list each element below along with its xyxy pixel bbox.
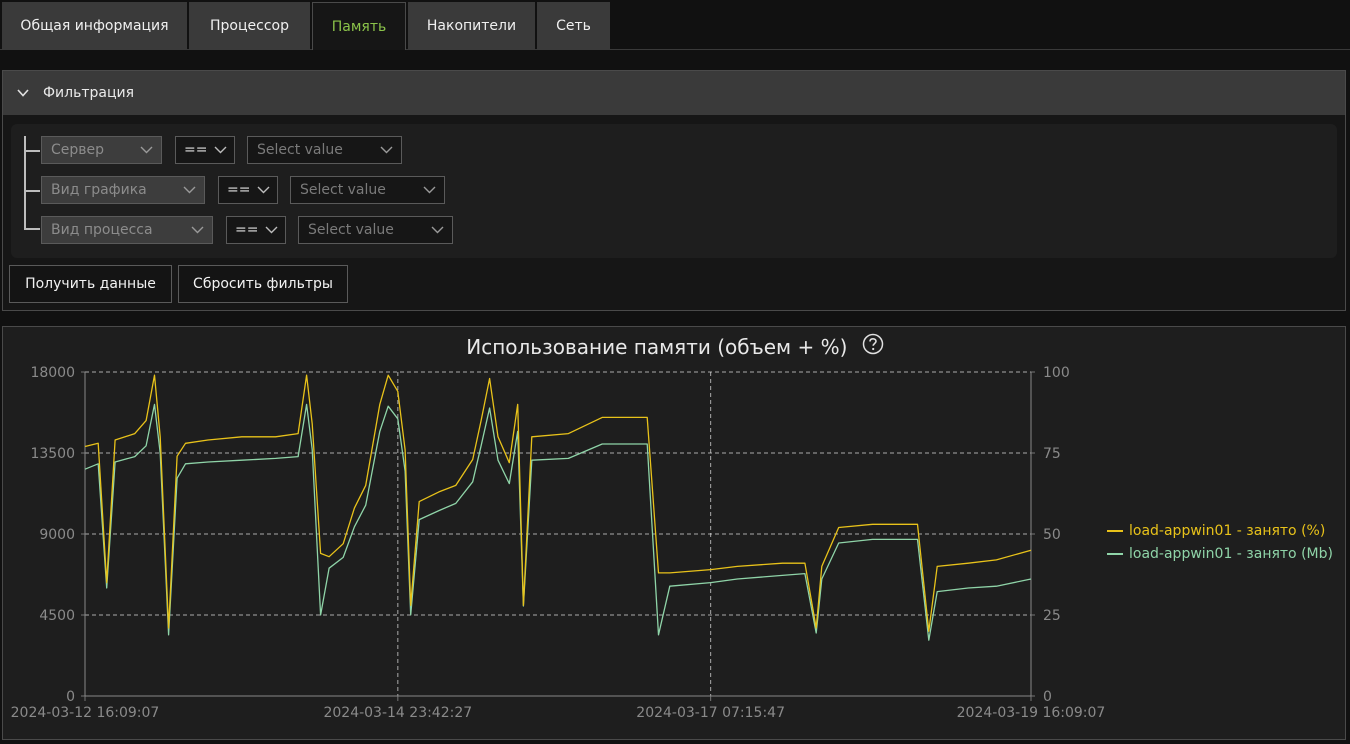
chevron-down-icon [191,226,204,234]
operator-label: == [227,182,251,198]
tab-network[interactable]: Сеть [537,2,610,49]
filter-panel: Фильтрация Сервер == Select value Вид гр… [2,70,1346,311]
reset-filters-button[interactable]: Сбросить фильтры [178,265,348,303]
operator-select[interactable]: == [175,136,235,164]
field-select-label: Сервер [51,142,105,158]
tab-memory[interactable]: Память [312,2,406,50]
field-select-label: Вид процесса [51,222,153,238]
x-tick-label: 2024-03-17 07:15:47 [636,705,785,721]
filter-conditions: Сервер == Select value Вид графика == Se… [11,124,1337,258]
x-tick-label: 2024-03-14 23:42:27 [323,705,472,721]
legend-swatch [1107,529,1123,532]
y2-tick-label: 0 [1043,689,1052,705]
chevron-down-icon [257,186,270,194]
chevron-down-icon [431,226,444,234]
value-select[interactable]: Select value [298,216,453,244]
tree-connector [24,190,40,192]
value-placeholder: Select value [300,182,386,198]
field-select-chart-type[interactable]: Вид графика [41,176,205,204]
series-line-percent [84,374,1032,632]
filter-title: Фильтрация [43,85,135,101]
tab-general-info[interactable]: Общая информация [2,2,187,49]
operator-select[interactable]: == [226,216,286,244]
value-select[interactable]: Select value [290,176,445,204]
memory-chart-panel: Использование памяти (объем + %) 18000 13… [2,326,1346,740]
legend-item-mb[interactable]: load-appwin01 - занято (Mb) [1107,542,1333,565]
filter-header[interactable]: Фильтрация [3,71,1345,115]
y-tick-label: 0 [66,689,75,705]
y2-tick-label: 100 [1043,365,1070,381]
series-line-mb [84,403,1032,641]
y-tick-label: 13500 [30,446,75,462]
operator-label: == [235,222,259,238]
y2-tick-label: 75 [1043,446,1061,462]
y-tick-label: 4500 [39,608,75,624]
chevron-down-icon [380,146,393,154]
chevron-down-icon[interactable] [3,89,43,97]
chevron-down-icon [140,146,153,154]
tab-storage[interactable]: Накопители [408,2,535,49]
y2-tick-label: 50 [1043,527,1061,543]
chevron-down-icon [214,146,227,154]
x-tick-label: 2024-03-12 16:09:07 [11,705,160,721]
legend-item-percent[interactable]: load-appwin01 - занято (%) [1107,519,1333,542]
y-tick-label: 18000 [30,365,75,381]
tree-connector [24,228,40,230]
value-select[interactable]: Select value [247,136,402,164]
operator-select[interactable]: == [218,176,278,204]
field-select-server[interactable]: Сервер [41,136,162,164]
y-tick-label: 9000 [39,527,75,543]
chart-legend: load-appwin01 - занято (%) load-appwin01… [1107,519,1333,565]
chevron-down-icon [265,226,278,234]
x-tick-label: 2024-03-19 16:09:07 [957,705,1106,721]
tab-processor[interactable]: Процессор [189,2,310,49]
field-select-process-type[interactable]: Вид процесса [41,216,213,244]
legend-swatch [1107,552,1123,555]
field-select-label: Вид графика [51,182,147,198]
y2-tick-label: 25 [1043,608,1061,624]
tab-baseline [0,49,1350,50]
operator-label: == [184,142,208,158]
chevron-down-icon [183,186,196,194]
tree-connector [24,150,40,152]
chevron-down-icon [423,186,436,194]
value-placeholder: Select value [257,142,343,158]
value-placeholder: Select value [308,222,394,238]
legend-label: load-appwin01 - занято (%) [1129,522,1326,539]
legend-label: load-appwin01 - занято (Mb) [1129,545,1333,562]
get-data-button[interactable]: Получить данные [9,265,172,303]
tab-bar: Общая информация Процессор Память Накопи… [0,0,1350,50]
